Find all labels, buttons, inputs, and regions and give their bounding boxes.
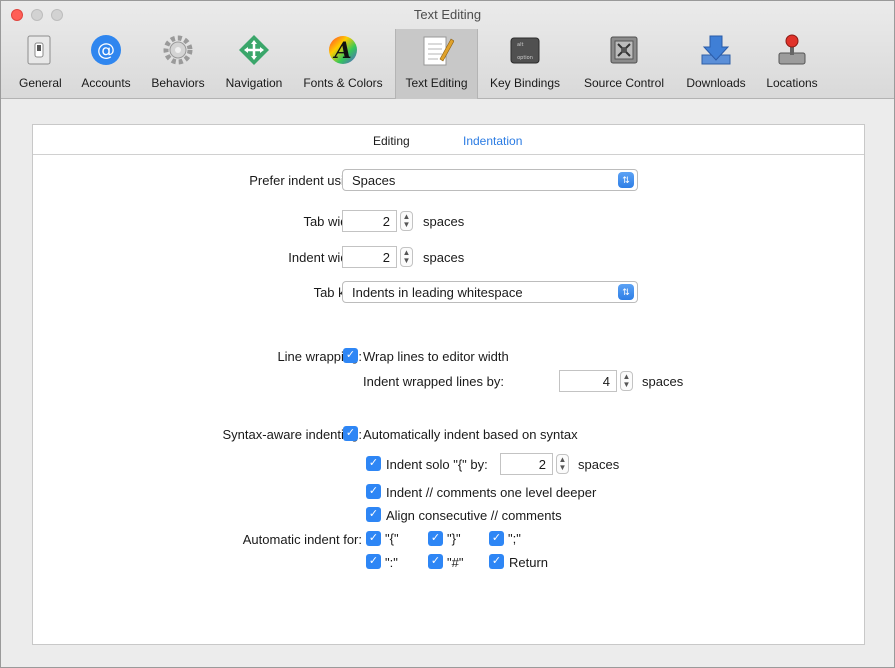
toolbar-locations-label: Locations bbox=[766, 76, 818, 90]
toolbar-text-editing[interactable]: Text Editing bbox=[395, 29, 478, 99]
syntax-indent-label: Syntax-aware indenting: bbox=[222, 427, 362, 442]
svg-text:A: A bbox=[332, 38, 351, 64]
svg-text:option: option bbox=[517, 55, 533, 61]
align-comments-label: Align consecutive // comments bbox=[386, 508, 562, 523]
indent-wrapped-stepper[interactable]: ▲ ▼ bbox=[620, 371, 633, 391]
toolbar-text-editing-label: Text Editing bbox=[405, 76, 468, 90]
toolbar-accounts-label: Accounts bbox=[81, 76, 131, 90]
indent-solo-field[interactable]: 2 bbox=[500, 453, 553, 475]
indent-wrapped-unit: spaces bbox=[642, 374, 684, 389]
indent-comments-label: Indent // comments one level deeper bbox=[386, 485, 597, 500]
tab-key-popup[interactable]: Indents in leading whitespace ⇅ bbox=[342, 281, 638, 303]
svg-text:@: @ bbox=[97, 40, 115, 61]
tab-width-field[interactable]: 2 bbox=[342, 210, 397, 232]
auto-indent-for-row: Automatic indent for: ✓ "{" ✓ "}" ✓ ";" bbox=[33, 528, 864, 550]
indent-solo-label: Indent solo "{" by: bbox=[386, 457, 488, 472]
joystick-icon bbox=[778, 34, 806, 65]
arrows-icon bbox=[239, 35, 269, 65]
toolbar-fonts-colors[interactable]: A Fonts & Colors bbox=[293, 29, 393, 99]
tab-width-row: Tab width: 2 ▲ ▼ spaces bbox=[33, 210, 864, 232]
toolbar-downloads-label: Downloads bbox=[686, 76, 746, 90]
syntax-indent-row: Syntax-aware indenting: ✓ Automatically … bbox=[33, 423, 864, 445]
prefer-indent-popup[interactable]: Spaces ⇅ bbox=[342, 169, 638, 191]
toolbar-behaviors-label: Behaviors bbox=[151, 76, 205, 90]
toolbar-key-bindings[interactable]: alt option Key Bindings bbox=[480, 29, 570, 99]
auto-indent-semicolon-label: ";" bbox=[508, 531, 521, 546]
indentation-panel: Editing Indentation Prefer indent using:… bbox=[32, 124, 865, 645]
indent-solo-unit: spaces bbox=[578, 457, 620, 472]
auto-indent-return-checkbox[interactable]: ✓ bbox=[489, 554, 504, 569]
indent-wrapped-row: Indent wrapped lines by: 4 ▲ ▼ spaces bbox=[33, 370, 864, 392]
title-bar: Text Editing General @ Accounts Behavior… bbox=[1, 1, 894, 99]
indent-solo-checkbox[interactable]: ✓ bbox=[366, 456, 381, 471]
toolbar-navigation[interactable]: Navigation bbox=[217, 29, 291, 99]
window-title: Text Editing bbox=[413, 7, 482, 22]
toolbar-general-label: General bbox=[19, 76, 62, 90]
download-icon bbox=[701, 35, 731, 65]
chevron-updown-icon: ⇅ bbox=[618, 172, 634, 188]
indent-comments-checkbox[interactable]: ✓ bbox=[366, 484, 381, 499]
auto-indent-hash-checkbox[interactable]: ✓ bbox=[428, 554, 443, 569]
wrap-lines-label: Wrap lines to editor width bbox=[363, 349, 509, 364]
auto-indent-for-label: Automatic indent for: bbox=[242, 532, 362, 547]
prefer-indent-row: Prefer indent using: Spaces ⇅ bbox=[33, 169, 864, 191]
indent-width-unit: spaces bbox=[423, 250, 465, 265]
indent-width-stepper[interactable]: ▲ ▼ bbox=[400, 247, 413, 267]
svg-text:alt: alt bbox=[517, 42, 523, 48]
tab-editing[interactable]: Editing bbox=[373, 134, 410, 148]
toolbar-source-control-label: Source Control bbox=[583, 76, 665, 90]
auto-indent-return-label: Return bbox=[509, 555, 549, 570]
pencil-notepad-icon bbox=[423, 36, 454, 66]
auto-indent-colon-label: ":" bbox=[385, 555, 398, 570]
auto-indent-syntax-label: Automatically indent based on syntax bbox=[363, 427, 578, 442]
indent-wrapped-label: Indent wrapped lines by: bbox=[363, 374, 504, 389]
align-comments-row: ✓ Align consecutive // comments bbox=[33, 504, 864, 526]
tab-key-value: Indents in leading whitespace bbox=[352, 285, 523, 300]
wrap-lines-checkbox[interactable]: ✓ bbox=[343, 348, 358, 363]
gear-icon bbox=[163, 35, 193, 65]
auto-indent-for-row-2: ✓ ":" ✓ "#" ✓ Return bbox=[33, 551, 864, 573]
chevron-updown-icon: ⇅ bbox=[618, 284, 634, 300]
toolbar-accounts[interactable]: @ Accounts bbox=[73, 29, 139, 99]
align-comments-checkbox[interactable]: ✓ bbox=[366, 507, 381, 522]
preferences-window: Text Editing General @ Accounts Behavior… bbox=[0, 0, 895, 668]
toolbar-source-control[interactable]: Source Control bbox=[573, 29, 675, 99]
font-color-icon: A bbox=[329, 36, 357, 64]
indent-width-row: Indent width: 2 ▲ ▼ spaces bbox=[33, 246, 864, 268]
toolbar-fonts-colors-label: Fonts & Colors bbox=[303, 76, 383, 90]
line-wrapping-row: Line wrapping: ✓ Wrap lines to editor wi… bbox=[33, 345, 864, 367]
indent-wrapped-field[interactable]: 4 bbox=[559, 370, 617, 392]
toolbar-locations[interactable]: Locations bbox=[757, 29, 827, 99]
auto-indent-open-brace-checkbox[interactable]: ✓ bbox=[366, 531, 381, 546]
toolbar-behaviors[interactable]: Behaviors bbox=[142, 29, 214, 99]
toolbar-navigation-label: Navigation bbox=[225, 76, 283, 90]
switch-icon bbox=[27, 35, 51, 65]
tab-key-row: Tab key: Indents in leading whitespace ⇅ bbox=[33, 281, 864, 303]
indent-solo-stepper[interactable]: ▲ ▼ bbox=[556, 454, 569, 474]
auto-indent-close-brace-checkbox[interactable]: ✓ bbox=[428, 531, 443, 546]
indent-comments-row: ✓ Indent // comments one level deeper bbox=[33, 481, 864, 503]
auto-indent-close-brace-label: "}" bbox=[447, 531, 461, 546]
at-sign-icon: @ bbox=[91, 35, 121, 65]
auto-indent-colon-checkbox[interactable]: ✓ bbox=[366, 554, 381, 569]
auto-indent-hash-label: "#" bbox=[447, 555, 464, 570]
prefer-indent-value: Spaces bbox=[352, 173, 396, 188]
preferences-toolbar: General @ Accounts Behaviors Navigation … bbox=[1, 29, 894, 99]
auto-indent-syntax-checkbox[interactable]: ✓ bbox=[343, 426, 358, 441]
auto-indent-open-brace-label: "{" bbox=[385, 531, 399, 546]
indent-solo-row: ✓ Indent solo "{" by: 2 ▲ ▼ spaces bbox=[33, 453, 864, 475]
vault-icon bbox=[610, 36, 638, 64]
segmented-tabs: Editing Indentation bbox=[33, 125, 864, 155]
toolbar-downloads[interactable]: Downloads bbox=[679, 29, 753, 99]
tab-width-unit: spaces bbox=[423, 214, 465, 229]
tab-indentation[interactable]: Indentation bbox=[463, 134, 522, 148]
auto-indent-semicolon-checkbox[interactable]: ✓ bbox=[489, 531, 504, 546]
option-key-icon: alt option bbox=[510, 37, 540, 64]
toolbar-key-bindings-label: Key Bindings bbox=[489, 76, 561, 90]
indent-width-field[interactable]: 2 bbox=[342, 246, 397, 268]
toolbar-general[interactable]: General bbox=[19, 29, 62, 99]
tab-width-stepper[interactable]: ▲ ▼ bbox=[400, 211, 413, 231]
